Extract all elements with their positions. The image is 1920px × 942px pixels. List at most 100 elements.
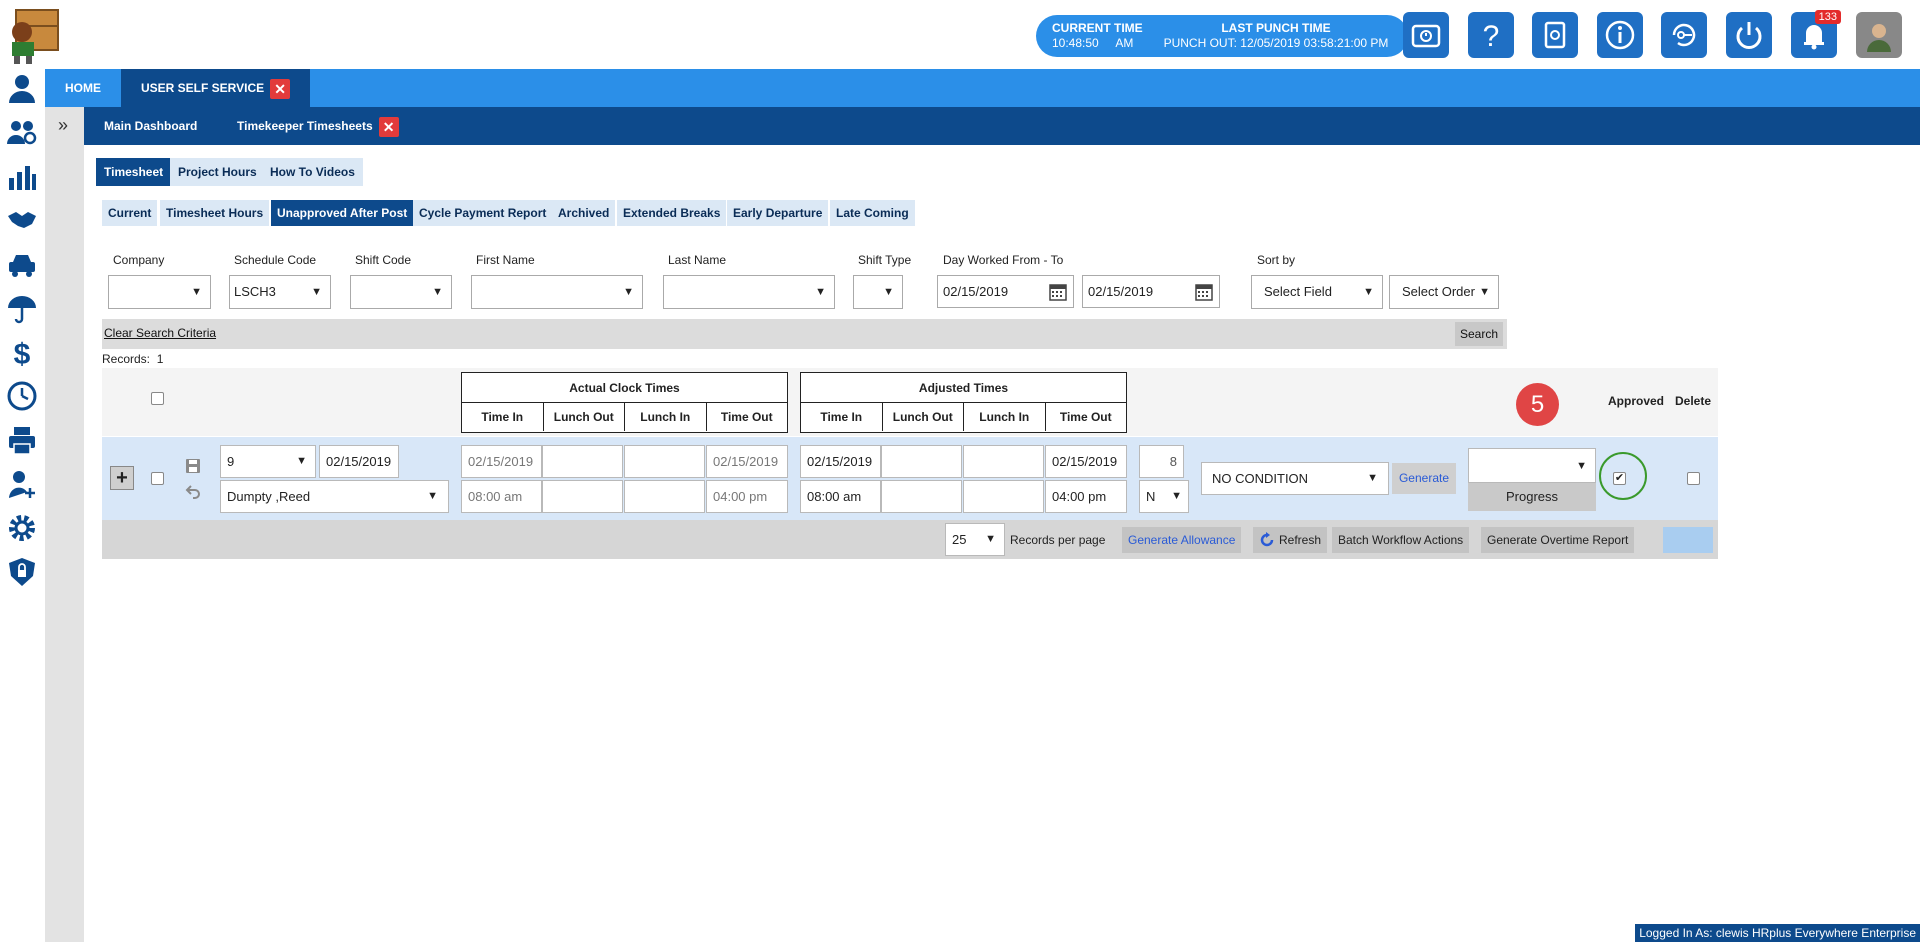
- step-number-badge: 5: [1516, 383, 1559, 426]
- row-date-input[interactable]: 02/15/2019: [319, 445, 399, 478]
- first-name-select[interactable]: ▼: [471, 275, 643, 309]
- last-name-select[interactable]: ▼: [663, 275, 835, 309]
- add-user-icon: [9, 471, 35, 498]
- employee-select[interactable]: Dumpty ,Reed ▼: [220, 480, 449, 513]
- approved-checkbox[interactable]: ✔: [1613, 472, 1626, 485]
- logout-button[interactable]: [1726, 12, 1772, 58]
- tab-project-hours[interactable]: Project Hours: [170, 158, 265, 186]
- adjusted-time-out[interactable]: 04:00 pm: [1045, 480, 1127, 513]
- sidebar-print[interactable]: [4, 422, 40, 458]
- sidebar-analytics[interactable]: [4, 158, 40, 194]
- subtab-timesheet-hours[interactable]: Timesheet Hours: [160, 200, 270, 226]
- progress-button[interactable]: Progress: [1468, 483, 1596, 511]
- settings-book-button[interactable]: [1532, 12, 1578, 58]
- calendar-icon[interactable]: [1195, 283, 1213, 301]
- expand-row-button[interactable]: +: [110, 466, 134, 490]
- adjusted-time-in[interactable]: 08:00 am: [800, 480, 881, 513]
- adjusted-lunch-in-date[interactable]: [963, 445, 1044, 478]
- subtab-late-coming[interactable]: Late Coming: [830, 200, 915, 226]
- subtab-archived[interactable]: Archived: [552, 200, 616, 226]
- hours-input[interactable]: 8: [1139, 445, 1184, 478]
- subtab-unapproved-after-post[interactable]: Unapproved After Post: [271, 200, 414, 226]
- refresh-button[interactable]: Refresh: [1253, 527, 1328, 553]
- tab-main-dashboard[interactable]: Main Dashboard: [104, 107, 197, 145]
- adjusted-lunch-out-time[interactable]: [881, 480, 962, 513]
- select-all-checkbox[interactable]: [151, 392, 164, 405]
- subtab-cycle-payment-report[interactable]: Cycle Payment Report: [413, 200, 553, 226]
- last-punch-value: PUNCH OUT: 12/05/2019 03:58:21:00 PM: [1163, 36, 1389, 50]
- condition-value: NO CONDITION: [1212, 471, 1309, 486]
- col-lunch-out: Lunch Out: [544, 403, 625, 431]
- sidebar-profile[interactable]: [4, 70, 40, 106]
- undo-icon[interactable]: [185, 483, 201, 499]
- timeclock-button[interactable]: [1403, 12, 1449, 58]
- schedule-select[interactable]: 9 ▼: [220, 445, 316, 478]
- sort-order-select[interactable]: Select Order ▼: [1389, 275, 1499, 309]
- adjusted-lunch-out-date[interactable]: [881, 445, 962, 478]
- subtab-current[interactable]: Current: [102, 200, 158, 226]
- per-page-select[interactable]: 25 ▼: [945, 523, 1005, 556]
- company-select[interactable]: ▼: [108, 275, 211, 309]
- svg-text:?: ?: [1483, 20, 1500, 52]
- close-tab-icon[interactable]: ✕: [378, 116, 399, 137]
- row-checkbox[interactable]: [151, 472, 164, 485]
- condition-select[interactable]: NO CONDITION ▼: [1201, 462, 1389, 495]
- tab-home[interactable]: HOME: [45, 69, 121, 107]
- search-button[interactable]: Search: [1455, 322, 1503, 346]
- info-button[interactable]: [1597, 12, 1643, 58]
- tab-user-self-service[interactable]: USER SELF SERVICE ✕: [121, 69, 311, 107]
- adjusted-lunch-in-time[interactable]: [963, 480, 1044, 513]
- sort-by-label: Sort by: [1257, 253, 1296, 267]
- tab-timesheet[interactable]: Timesheet: [96, 158, 172, 186]
- user-avatar-button[interactable]: [1856, 12, 1902, 58]
- close-tab-icon[interactable]: ✕: [270, 78, 291, 99]
- schedule-code-select[interactable]: LSCH3 ▼: [229, 275, 331, 309]
- adjusted-date-in[interactable]: 02/15/2019: [800, 445, 881, 478]
- expand-icon[interactable]: »: [52, 114, 74, 136]
- first-name-label: First Name: [476, 253, 535, 267]
- sidebar-insurance[interactable]: [4, 290, 40, 326]
- records-count: Records: 1: [102, 352, 163, 366]
- tab-how-to-videos[interactable]: How To Videos: [262, 158, 363, 186]
- logged-in-status: Logged In As: clewis HRplus Everywhere E…: [1635, 924, 1920, 942]
- sidebar-settings[interactable]: [4, 510, 40, 546]
- workflow-select[interactable]: ▼: [1468, 448, 1596, 483]
- save-all-button[interactable]: [1663, 527, 1713, 553]
- sidebar-payroll[interactable]: $: [4, 334, 40, 370]
- schedule-code-value: LSCH3: [234, 284, 276, 299]
- sidebar-time[interactable]: [4, 378, 40, 414]
- sidebar-travel[interactable]: [4, 246, 40, 282]
- top-header: CURRENT TIME 10:48:50 AM LAST PUNCH TIME…: [0, 0, 1920, 69]
- date-from-input[interactable]: 02/15/2019: [937, 275, 1074, 308]
- generate-allowance-button[interactable]: Generate Allowance: [1122, 527, 1242, 553]
- calendar-icon[interactable]: [1049, 283, 1067, 301]
- records-value: 1: [156, 352, 164, 366]
- adjusted-date-out[interactable]: 02/15/2019: [1045, 445, 1127, 478]
- overtime-report-button[interactable]: Generate Overtime Report: [1481, 527, 1635, 553]
- sidebar-handshake[interactable]: [4, 202, 40, 238]
- sort-field-select[interactable]: Select Field ▼: [1251, 275, 1383, 309]
- tab-timekeeper[interactable]: Timekeeper Timesheets ✕: [237, 107, 399, 145]
- help-button[interactable]: ?: [1468, 12, 1514, 58]
- current-time-label: CURRENT TIME: [1052, 21, 1143, 35]
- shift-code-select[interactable]: ▼: [350, 275, 452, 309]
- person-icon: [9, 75, 35, 103]
- save-icon[interactable]: [185, 458, 201, 474]
- shift-type-select[interactable]: ▼: [853, 275, 903, 309]
- sidebar-people-search[interactable]: [4, 114, 40, 150]
- clear-search-link[interactable]: Clear Search Criteria: [104, 326, 216, 340]
- shift-code-label: Shift Code: [355, 253, 412, 267]
- question-icon: ?: [1483, 20, 1500, 52]
- notifications-button[interactable]: 133: [1791, 10, 1841, 58]
- subtab-early-departure[interactable]: Early Departure: [727, 200, 829, 226]
- date-to-input[interactable]: 02/15/2019: [1082, 275, 1220, 308]
- sidebar-add-user[interactable]: [4, 466, 40, 502]
- date-from-value: 02/15/2019: [943, 284, 1009, 299]
- delete-checkbox[interactable]: [1687, 472, 1700, 485]
- change-password-button[interactable]: [1661, 12, 1707, 58]
- n-flag-select[interactable]: N ▼: [1139, 480, 1189, 513]
- sidebar-security[interactable]: [4, 554, 40, 590]
- batch-workflow-button[interactable]: Batch Workflow Actions: [1332, 527, 1470, 553]
- subtab-extended-breaks[interactable]: Extended Breaks: [617, 200, 727, 226]
- generate-button[interactable]: Generate: [1392, 463, 1456, 494]
